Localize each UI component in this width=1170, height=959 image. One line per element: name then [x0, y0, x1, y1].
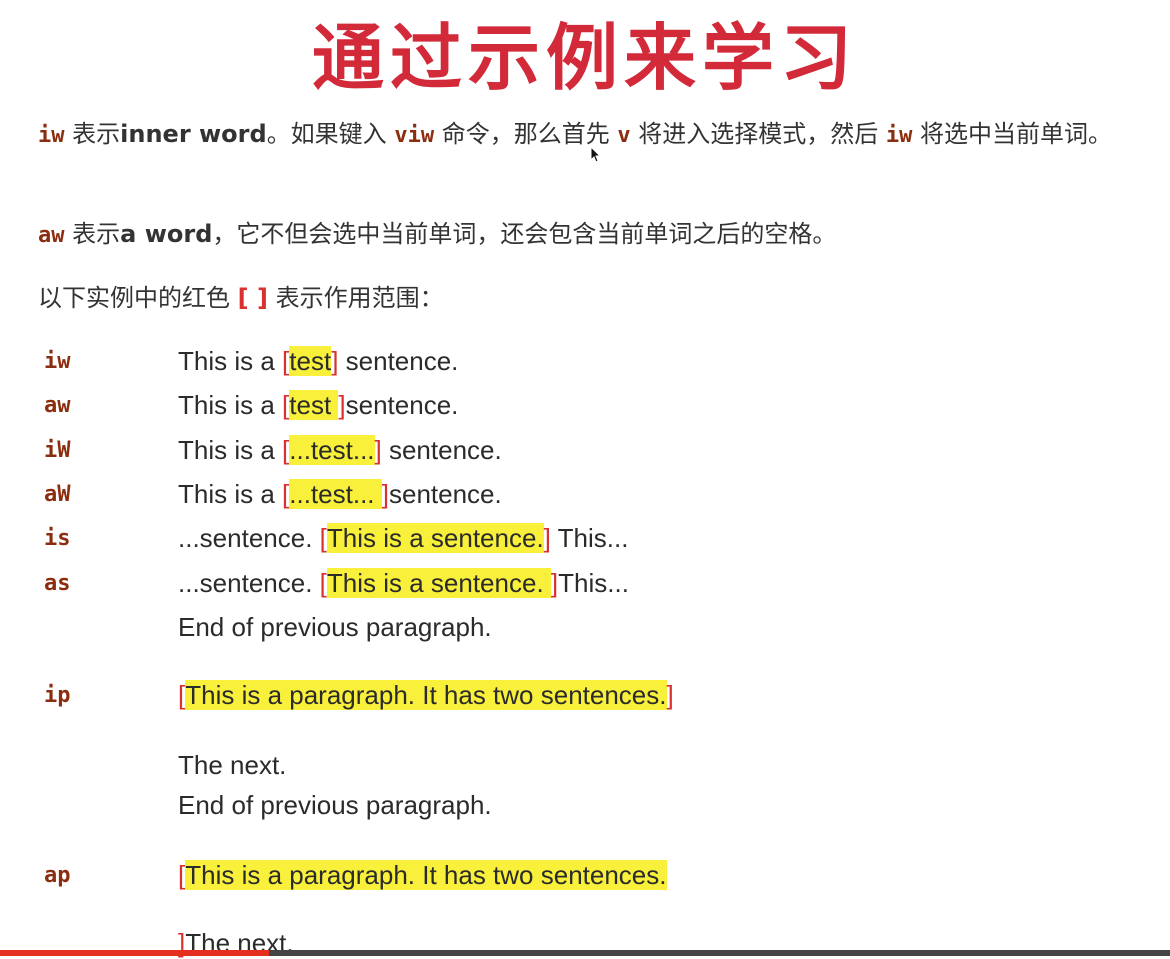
text: sentence. [388, 479, 502, 509]
close-bracket: ] [374, 435, 382, 465]
video-progress-bar[interactable] [0, 950, 1170, 956]
example-text-prev-paragraph-2: End of previous paragraph. [178, 790, 492, 820]
example-command-is: is [44, 526, 71, 551]
mouse-cursor-icon [590, 146, 602, 163]
example-text-aw: This is a [test ]sentence. [178, 390, 458, 421]
open-bracket: [ [319, 568, 327, 598]
example-text-next: The next. [178, 750, 287, 780]
example-command-aw: aw [44, 393, 71, 418]
text: 表示 [64, 120, 121, 148]
open-bracket: [ [319, 523, 327, 553]
example-command-ip: ip [44, 683, 71, 708]
highlight-selection: test [289, 346, 332, 376]
text: 命令，那么首先 [434, 120, 618, 148]
example-text-is: ...sentence. [This is a sentence.] This.… [178, 523, 628, 554]
close-bracket: ] [543, 523, 551, 553]
example-command-iW: iW [44, 438, 71, 463]
example-text-iW: This is a [...test...] sentence. [178, 435, 502, 466]
example-command-as: as [44, 571, 71, 596]
highlight-selection: ...test... [289, 435, 375, 465]
text: 以下实例中的红色 [38, 284, 238, 312]
text: This is a [178, 346, 283, 376]
highlight-selection: ...test... [289, 479, 382, 509]
text: 表示作用范围： [267, 284, 444, 312]
highlight-selection: This is a sentence. [326, 523, 544, 553]
text: This is a [178, 479, 283, 509]
example-text-ap: [This is a paragraph. It has two sentenc… [178, 860, 667, 891]
example-command-aW: aW [44, 482, 71, 507]
example-command-ap: ap [44, 863, 71, 888]
example-text-as: ...sentence. [This is a sentence. ]This.… [178, 568, 629, 599]
example-command-iw: iw [44, 349, 71, 374]
code-iw-2: iw [885, 123, 913, 148]
highlight-selection: This is a sentence. [326, 568, 551, 598]
text: sentence. [381, 435, 502, 465]
example-text-aW: This is a [...test... ]sentence. [178, 479, 502, 510]
highlight-selection: test [289, 390, 339, 420]
close-bracket: ] [338, 390, 346, 420]
example-text-iw: This is a [test] sentence. [178, 346, 458, 377]
text: This is a [178, 390, 283, 420]
text: sentence. [345, 390, 459, 420]
text: ，它不但会选中当前单词，还会包含当前单词之后的空格。 [212, 220, 837, 248]
highlight-selection: This is a paragraph. It has two sentence… [185, 680, 667, 710]
example-text-ip: [This is a paragraph. It has two sentenc… [178, 680, 674, 711]
code-aw: aw [38, 223, 65, 248]
code-viw: viw [394, 123, 435, 148]
text: ...sentence. [178, 568, 320, 598]
term-inner-word: inner word [120, 120, 267, 148]
page-title: 通过示例来学习 [311, 16, 858, 100]
text: 。如果键入 [266, 120, 395, 148]
example-text-prev-paragraph: End of previous paragraph. [178, 612, 492, 642]
term-a-word: a word [120, 220, 213, 248]
text: This... [550, 523, 629, 553]
close-bracket: ] [666, 680, 674, 710]
intro-paragraph-legend: 以下实例中的红色 [ ] 表示作用范围： [38, 278, 1148, 318]
code-iw: iw [38, 123, 65, 148]
text: 将进入选择模式，然后 [630, 120, 886, 148]
text: sentence. [338, 346, 459, 376]
intro-paragraph-aw: aw 表示a word，它不但会选中当前单词，还会包含当前单词之后的空格。 [38, 214, 1148, 256]
text: 表示 [64, 220, 121, 248]
text: This is a [178, 435, 283, 465]
close-bracket: ] [381, 479, 389, 509]
text: 将选中当前单词。 [912, 120, 1112, 148]
highlight-selection: This is a paragraph. It has two sentence… [185, 860, 667, 890]
red-bracket-legend: [ ] [237, 284, 268, 312]
code-v: v [617, 123, 631, 148]
video-progress-fill [0, 950, 270, 956]
text: This... [558, 568, 629, 598]
text: ...sentence. [178, 523, 320, 553]
